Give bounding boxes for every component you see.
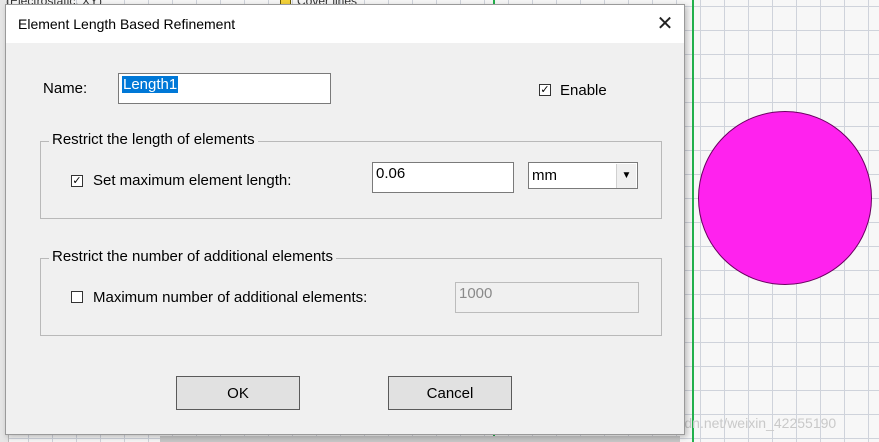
- element-length-refinement-dialog: Element Length Based Refinement ✕ Name: …: [5, 4, 685, 435]
- max-length-checkbox[interactable]: ✓: [71, 175, 83, 187]
- enable-label: Enable: [560, 82, 607, 99]
- magenta-circle-shape[interactable]: [698, 111, 872, 285]
- name-label: Name:: [43, 80, 88, 97]
- name-input[interactable]: Length1: [118, 73, 331, 104]
- name-input-value: Length1: [122, 76, 179, 93]
- number-group-title: Restrict the number of additional elemen…: [49, 248, 336, 265]
- unit-select-value: mm: [532, 167, 557, 184]
- max-length-input[interactable]: 0.06: [372, 162, 514, 193]
- max-additional-elements-label: Maximum number of additional elements:: [93, 289, 368, 306]
- ok-button[interactable]: OK: [176, 376, 300, 410]
- cancel-button[interactable]: Cancel: [388, 376, 512, 410]
- enable-checkbox[interactable]: ✓: [539, 84, 551, 96]
- dialog-title: Element Length Based Refinement: [18, 16, 236, 32]
- close-icon[interactable]: ✕: [654, 14, 676, 36]
- unit-select[interactable]: mm ▼: [528, 162, 638, 189]
- max-length-label: Set maximum element length:: [93, 172, 292, 189]
- max-additional-elements-input[interactable]: 1000: [455, 282, 639, 313]
- number-group-box: Restrict the number of additional elemen…: [40, 248, 662, 336]
- green-axis-line-right: [692, 0, 694, 442]
- chevron-down-icon[interactable]: ▼: [616, 164, 636, 188]
- length-group-box: Restrict the length of elements ✓ Set ma…: [40, 131, 662, 219]
- dialog-titlebar[interactable]: Element Length Based Refinement ✕: [6, 5, 684, 43]
- max-additional-elements-checkbox[interactable]: [71, 291, 83, 303]
- background-scrollbar[interactable]: [160, 436, 680, 442]
- length-group-title: Restrict the length of elements: [49, 131, 258, 148]
